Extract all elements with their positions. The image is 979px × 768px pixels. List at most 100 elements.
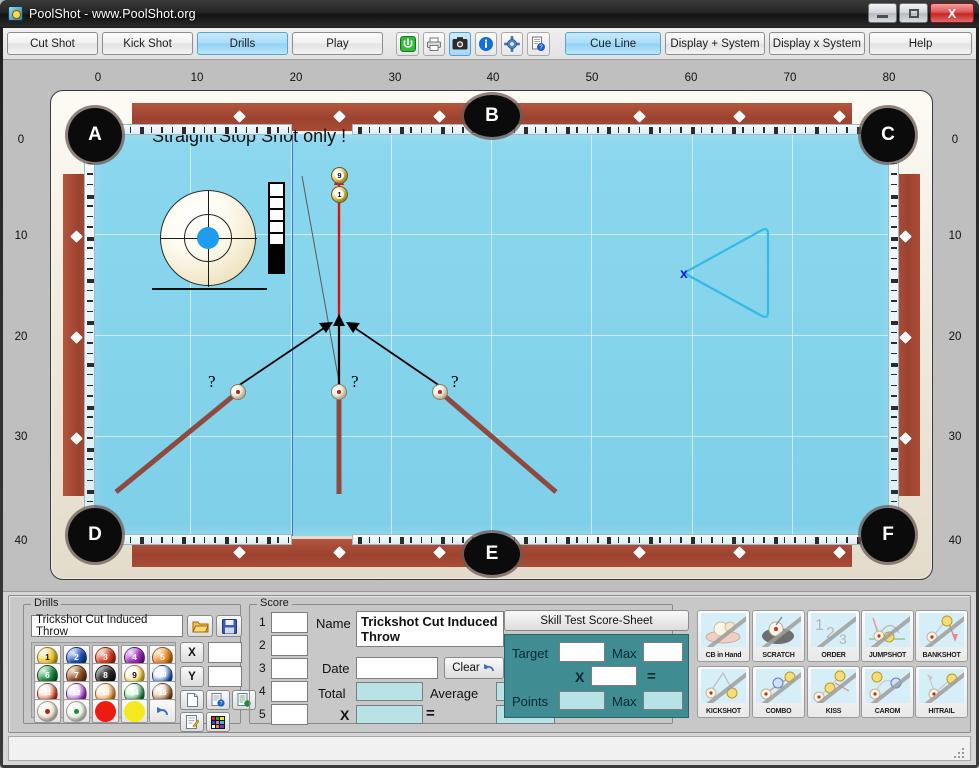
close-button[interactable]: X: [930, 3, 974, 23]
rule-kiss[interactable]: KISS: [807, 666, 860, 718]
pocket-f[interactable]: F: [861, 508, 915, 562]
ball-palette[interactable]: 1 2 3 4 5 6 7 8 9 10 11 12 13 14 15: [31, 642, 176, 723]
rule-buttons-panel: CB in Hand SCRATCH 123 ORDER JUMPSHOT BA…: [697, 610, 968, 720]
skill-test-fields: Target Max X = Points Max: [504, 634, 689, 718]
max-target-input[interactable]: [643, 642, 683, 662]
rule-label: CAROM: [874, 708, 901, 715]
tab-cut-shot[interactable]: Cut Shot: [7, 32, 98, 55]
palette-cell-undo[interactable]: [149, 699, 176, 723]
new-document-button[interactable]: [180, 690, 204, 710]
tab-play[interactable]: Play: [291, 32, 383, 55]
rack-apex-marker: x: [680, 265, 688, 281]
score-row-input-2[interactable]: [271, 635, 308, 656]
rule-scratch[interactable]: SCRATCH: [752, 610, 805, 662]
button-help[interactable]: Help: [869, 32, 973, 55]
palette-cell-cue-ball[interactable]: [34, 699, 61, 723]
english-dot[interactable]: [197, 227, 219, 249]
palette-cell-yellow[interactable]: [121, 699, 148, 723]
skill-test-title-button[interactable]: Skill Test Score-Sheet: [504, 610, 689, 631]
date-label: Date: [322, 661, 350, 676]
main-toolbar: Cut Shot Kick Shot Drills Play ? Cue Lin…: [3, 28, 976, 60]
printer-icon[interactable]: [422, 31, 445, 56]
rule-cb-in-hand[interactable]: CB in Hand: [697, 610, 750, 662]
pool-table[interactable]: Straight Stop Shot only ! x 9 1 ? ? ? A …: [50, 90, 933, 580]
target-input[interactable]: [559, 642, 605, 662]
average-label: Average: [430, 686, 479, 701]
pool-table-area[interactable]: 0 10 20 30 40 50 60 70 80 0 10 20 30 40 0 10 20 30 40: [3, 60, 976, 591]
palette-cell-spot-ball[interactable]: [63, 699, 90, 723]
notepad-edit-button[interactable]: [180, 712, 204, 732]
rule-hitrail[interactable]: HITRAIL: [915, 666, 968, 718]
help-document-icon[interactable]: ?: [527, 31, 550, 56]
object-ball-1[interactable]: 1: [331, 186, 348, 203]
maximize-button[interactable]: [899, 3, 928, 23]
skill-multiplier-input[interactable]: [591, 666, 637, 686]
ruler-top-tick: 80: [882, 72, 896, 84]
object-ball-1-number: 1: [335, 190, 344, 199]
scratch-icon: [756, 613, 801, 647]
rule-combo[interactable]: COMBO: [752, 666, 805, 718]
tab-drills[interactable]: Drills: [196, 32, 288, 55]
yellow-ball-swatch: [124, 700, 145, 722]
palette-cell-red[interactable]: [92, 699, 119, 723]
table-cloth[interactable]: Straight Stop Shot only ! x 9 1 ? ? ?: [90, 126, 893, 536]
open-drill-button[interactable]: [187, 615, 213, 637]
rule-kickshot[interactable]: KICKSHOT: [697, 666, 750, 718]
button-display-plus-system[interactable]: Display + System: [665, 32, 765, 55]
save-drill-button[interactable]: [216, 615, 242, 637]
power-icon[interactable]: [396, 31, 419, 56]
gear-icon[interactable]: [501, 31, 524, 56]
english-target-widget[interactable]: [152, 190, 267, 290]
score-row-label-5: 5: [259, 707, 266, 721]
resize-grip[interactable]: [954, 746, 966, 758]
window-controls: X: [868, 3, 974, 23]
cue-ball-left[interactable]: [230, 384, 246, 400]
score-row-input-4[interactable]: [271, 681, 308, 702]
x-coordinate-input[interactable]: [208, 642, 242, 663]
x-coordinate-button[interactable]: X: [180, 642, 204, 663]
object-ball-9[interactable]: 9: [331, 167, 348, 184]
score-name-input[interactable]: Trickshot Cut Induced Throw: [356, 611, 504, 647]
score-date-input[interactable]: [356, 657, 438, 679]
rule-order[interactable]: 123 ORDER: [807, 610, 860, 662]
camera-icon[interactable]: [448, 31, 471, 56]
cue-ball-english-target[interactable]: [160, 190, 257, 287]
ruler-left-tick: 10: [14, 230, 28, 242]
pocket-e[interactable]: E: [464, 533, 520, 575]
pocket-d[interactable]: D: [68, 508, 122, 562]
y-coordinate-button[interactable]: Y: [180, 666, 204, 687]
rule-bankshot[interactable]: BANKSHOT: [915, 610, 968, 662]
cue-ball-center[interactable]: [331, 384, 347, 400]
score-row-input-5[interactable]: [271, 704, 308, 725]
tab-kick-shot[interactable]: Kick Shot: [101, 32, 193, 55]
cue-ball-right[interactable]: [432, 384, 448, 400]
button-display-x-system[interactable]: Display x System: [768, 32, 866, 55]
shot-power-meter[interactable]: [268, 182, 285, 274]
skill-test-panel: Skill Test Score-Sheet Target Max X = Po…: [504, 610, 689, 718]
pocket-b[interactable]: B: [464, 95, 520, 137]
pocket-c[interactable]: C: [861, 108, 915, 162]
name-label: Name: [316, 616, 351, 631]
ruler-right-tick: 0: [951, 134, 959, 146]
object-ball-9-number: 9: [335, 171, 344, 180]
info-icon[interactable]: [475, 31, 498, 56]
score-row-input-1[interactable]: [271, 612, 308, 633]
hitrail-icon: [919, 669, 964, 703]
color-palette-button[interactable]: [206, 712, 230, 732]
clear-button[interactable]: Clear: [444, 657, 504, 679]
ruler-top-tick: 50: [585, 72, 599, 84]
minimize-button[interactable]: [868, 3, 897, 23]
red-ball-swatch: [95, 700, 116, 722]
score-row-input-3[interactable]: [271, 658, 308, 679]
skill-multiply-label: X: [575, 669, 585, 685]
pocket-a[interactable]: A: [68, 108, 122, 162]
drill-name-input[interactable]: Trickshot Cut Induced Throw: [31, 614, 183, 638]
combo-icon: [756, 669, 801, 703]
rule-jumpshot[interactable]: JUMPSHOT: [861, 610, 914, 662]
cue-ball-left-question: ?: [208, 372, 216, 391]
rule-carom[interactable]: CAROM: [861, 666, 914, 718]
y-coordinate-input[interactable]: [208, 666, 242, 687]
toggle-cue-line[interactable]: Cue Line: [564, 32, 662, 55]
document-help-button[interactable]: ?: [206, 690, 230, 710]
ruler-left-tick: 0: [17, 134, 25, 146]
